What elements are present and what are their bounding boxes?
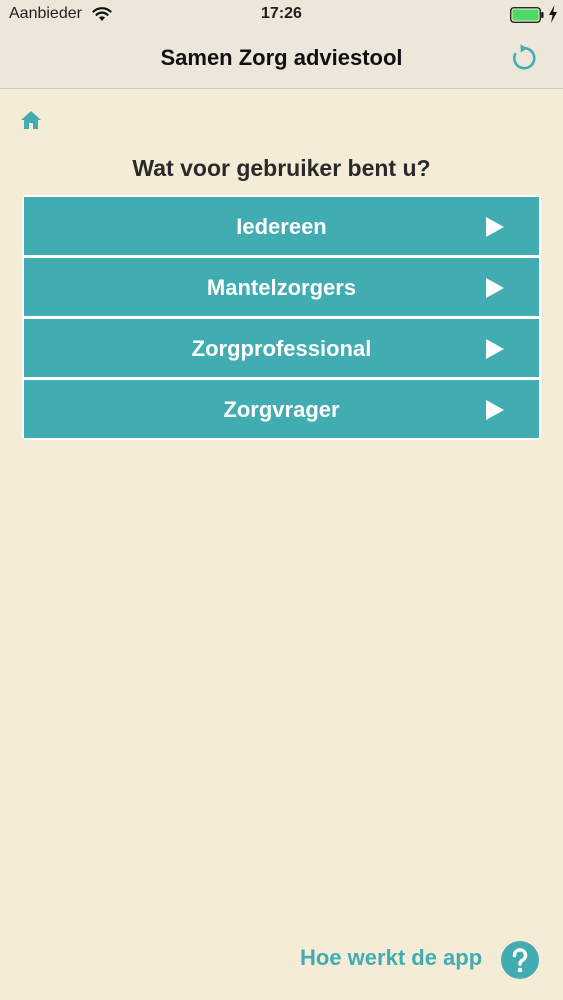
status-time: 17:26 [261, 5, 302, 22]
option-iedereen-button[interactable]: Iedereen [24, 197, 539, 255]
navigation-bar: Samen Zorg adviestool [0, 30, 563, 89]
option-label: Zorgprofessional [191, 336, 372, 361]
user-type-question: Wat voor gebruiker bent u? [132, 155, 431, 181]
refresh-icon[interactable] [508, 42, 540, 74]
page-title: Samen Zorg adviestool [160, 45, 403, 70]
option-label: Zorgvrager [223, 397, 340, 422]
status-bar: Aanbieder 17:26 [0, 0, 563, 30]
option-label: Mantelzorgers [206, 275, 357, 300]
help-label: Hoe werkt de app [300, 945, 483, 970]
option-zorgvrager-button[interactable]: Zorgvrager [24, 380, 539, 438]
play-arrow-icon [486, 339, 504, 359]
bolt-icon [549, 5, 557, 23]
option-zorgprofessional-button[interactable]: Zorgprofessional [24, 319, 539, 377]
option-mantelzorgers-button[interactable]: Mantelzorgers [24, 258, 539, 316]
play-arrow-icon [486, 217, 504, 237]
user-type-list: Iedereen Mantelzorgers Zorgprofessional … [22, 195, 541, 440]
play-arrow-icon [486, 278, 504, 298]
play-arrow-icon [486, 400, 504, 420]
home-icon[interactable] [20, 109, 42, 131]
how-app-works-link[interactable]: Hoe werkt de app [300, 940, 545, 980]
question-icon[interactable] [500, 940, 540, 980]
battery-full-icon [510, 7, 544, 23]
option-label: Iedereen [236, 214, 327, 239]
